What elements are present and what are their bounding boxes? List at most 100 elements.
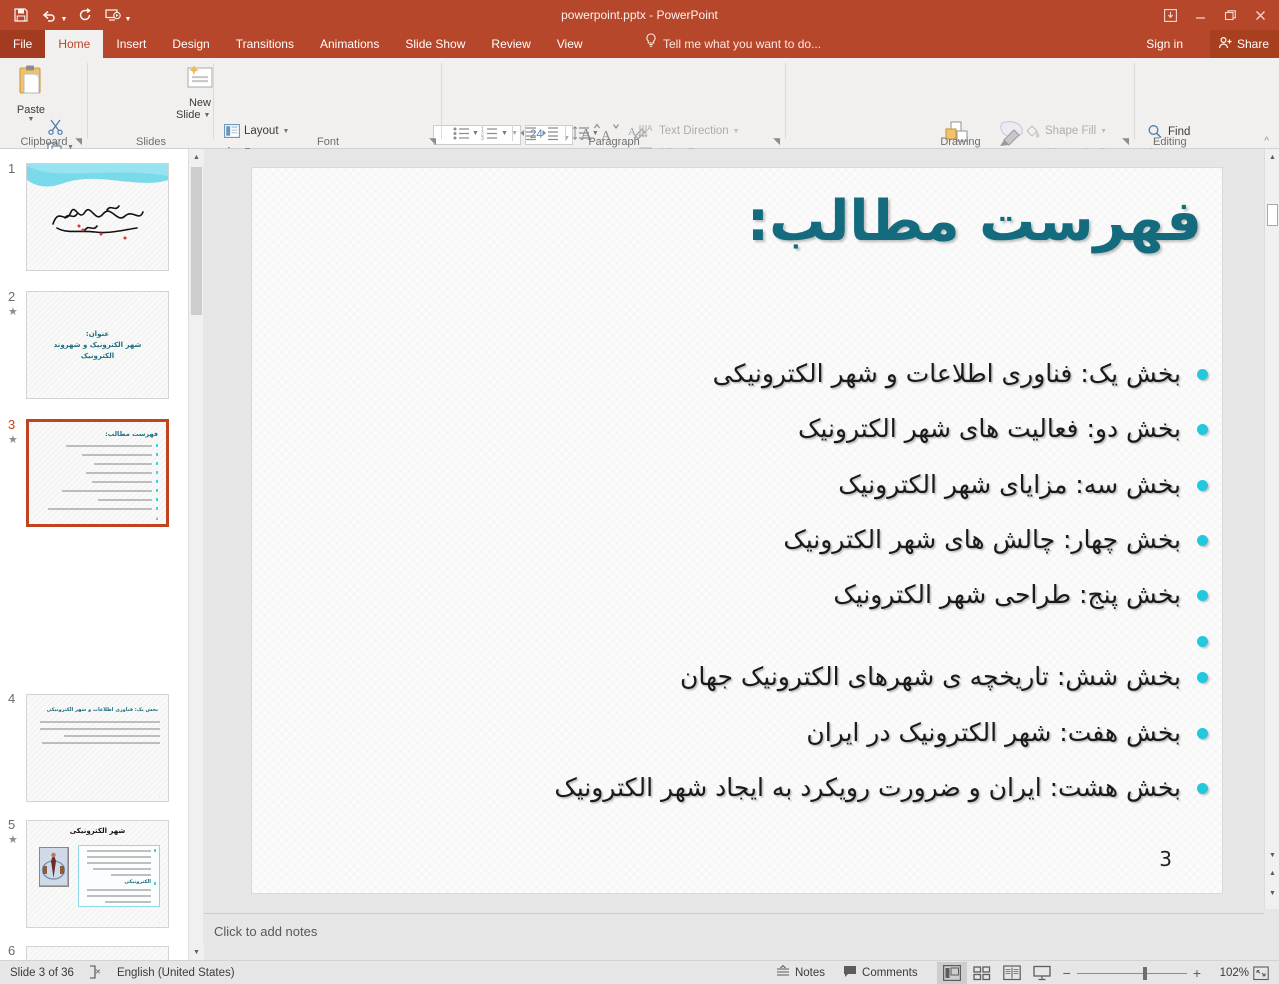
clipboard-dialog-launcher[interactable]: ◥ <box>75 136 82 147</box>
tab-slide-show[interactable]: Slide Show <box>392 30 478 58</box>
bullet-dot-icon <box>1197 369 1208 380</box>
paragraph-dialog-launcher[interactable]: ◥ <box>773 136 780 147</box>
thumb3-title: فهرست مطالب: <box>105 430 158 438</box>
tab-insert[interactable]: Insert <box>103 30 159 58</box>
tab-view[interactable]: View <box>544 30 596 58</box>
thumbnail-number: 4 <box>8 691 15 706</box>
comments-button[interactable]: Comments <box>834 962 927 984</box>
slide-editing-area[interactable]: فهرست مطالب: بخش یک: فناوری اطلاعات و شه… <box>204 149 1264 909</box>
current-slide[interactable]: فهرست مطالب: بخش یک: فناوری اطلاعات و شه… <box>251 167 1223 894</box>
font-dialog-launcher[interactable]: ◥ <box>429 136 436 147</box>
collapse-ribbon-icon[interactable]: ^ <box>1264 136 1269 147</box>
slide-thumbnail-pane[interactable]: 1 <box>0 149 188 960</box>
group-label-drawing: Drawing <box>786 136 1135 148</box>
thumbnail-image[interactable]: عنوان: شهر الکترونیک و شهروند الکترونیک <box>26 291 169 399</box>
scroll-handle[interactable] <box>1267 204 1278 226</box>
zoom-knob[interactable] <box>1143 967 1147 980</box>
reading-view-button[interactable] <box>997 962 1027 984</box>
bullet-dot-icon <box>1197 590 1208 601</box>
ribbon-group-font: ▼ 24 ▼ A A A B I U S abc AV <box>214 58 442 149</box>
tab-review[interactable]: Review <box>478 30 543 58</box>
tab-home[interactable]: Home <box>45 30 103 58</box>
tab-animations[interactable]: Animations <box>307 30 392 58</box>
notes-label: Notes <box>795 967 825 979</box>
bullet-text: بخش هفت: شهر الکترونیک در ایران <box>806 717 1181 748</box>
zoom-percentage[interactable]: 102% <box>1207 967 1249 979</box>
restore-icon[interactable] <box>1215 2 1245 28</box>
list-item[interactable]: بخش یک: فناوری اطلاعات و شهر الکترونیکی <box>278 358 1208 389</box>
title-bar: ▼ ▼ powerpoint.pptx - PowerPoint <box>0 0 1279 30</box>
ribbon: Paste ▼ ▼ Clipboard ◥ <box>0 58 1279 149</box>
new-slide-label-2: Slide <box>176 109 200 121</box>
group-label-slides: Slides <box>88 136 214 148</box>
thumb-scroll-up-icon[interactable]: ▲ <box>189 149 204 165</box>
animation-star-icon: ★ <box>8 305 18 318</box>
next-slide-icon[interactable]: ▼ <box>1265 885 1279 901</box>
list-item[interactable]: بخش چهار: چالش های شهر الکترونیک <box>278 524 1208 555</box>
group-label-editing: Editing <box>1153 136 1187 148</box>
thumb-scroll-handle[interactable] <box>191 167 202 315</box>
bullet-text: بخش پنج: طراحی شهر الکترونیک <box>833 579 1181 610</box>
list-item-empty[interactable] <box>278 634 1208 647</box>
slide-area-scrollbar[interactable]: ▲ ▼ ▲ ▼ <box>1264 149 1279 909</box>
drawing-dialog-launcher[interactable]: ◥ <box>1122 136 1129 147</box>
tell-me-search[interactable]: Tell me what you want to do... <box>645 30 821 58</box>
normal-view-button[interactable] <box>937 962 967 984</box>
list-item[interactable]: بخش دو: فعالیت های شهر الکترونیک <box>278 413 1208 444</box>
list-item[interactable]: بخش پنج: طراحی شهر الکترونیک <box>278 579 1208 610</box>
slide-show-button[interactable] <box>1027 962 1057 984</box>
minimize-icon[interactable] <box>1185 2 1215 28</box>
text-direction-dropdown-icon[interactable]: ▼ <box>733 128 740 135</box>
notes-icon <box>776 965 790 981</box>
list-item[interactable]: بخش هشت: ایران و ضرورت رویکرد به ایجاد ش… <box>278 772 1208 803</box>
zoom-slider[interactable]: − + <box>1063 965 1201 981</box>
thumbnail-image[interactable] <box>26 163 169 271</box>
list-item[interactable]: بخش هفت: شهر الکترونیک در ایران <box>278 717 1208 748</box>
shape-fill-dropdown-icon[interactable]: ▼ <box>1100 128 1107 135</box>
ribbon-display-options-icon[interactable] <box>1155 2 1185 28</box>
tab-design[interactable]: Design <box>159 30 222 58</box>
paste-button[interactable]: Paste ▼ <box>8 64 54 123</box>
language-indicator[interactable]: English (United States) <box>117 967 235 979</box>
thumbnail-pane-scrollbar[interactable]: ▲ ▼ <box>188 149 203 960</box>
previous-slide-icon[interactable]: ▲ <box>1265 865 1279 881</box>
scroll-up-icon[interactable]: ▲ <box>1265 149 1279 165</box>
ribbon-group-drawing: A <box>786 58 1135 149</box>
tell-me-label: Tell me what you want to do... <box>663 30 821 58</box>
thumbnail-image[interactable]: بخش یک: فناوری اطلاعات و شهر الکترونیکی … <box>26 694 169 802</box>
spellcheck-icon[interactable]: ✕ <box>88 965 103 982</box>
list-item[interactable]: بخش سه: مزایای شهر الکترونیک <box>278 469 1208 500</box>
bullet-dot-icon <box>1197 672 1208 683</box>
powerpoint-window: ▼ ▼ powerpoint.pptx - PowerPoint <box>0 0 1279 984</box>
slide-title[interactable]: فهرست مطالب: <box>282 190 1202 254</box>
notes-pane[interactable]: Click to add notes <box>204 913 1264 960</box>
slide-bullet-list[interactable]: بخش یک: فناوری اطلاعات و شهر الکترونیکی … <box>278 358 1208 827</box>
thumbnail-number: 3 <box>8 417 15 432</box>
share-button[interactable]: Share <box>1210 30 1279 58</box>
zoom-out-button[interactable]: − <box>1063 965 1071 981</box>
thumbnail-image[interactable]: شهر الکترونیکی الکترونیکی <box>26 820 169 928</box>
bullet-dot-icon <box>1197 728 1208 739</box>
thumbnail-image[interactable]: . <box>26 946 169 960</box>
zoom-in-button[interactable]: + <box>1193 965 1201 981</box>
thumbnail-number: 2 <box>8 289 15 304</box>
sign-in-button[interactable]: Sign in <box>1146 30 1183 58</box>
close-icon[interactable] <box>1245 2 1275 28</box>
slide-counter[interactable]: Slide 3 of 36 <box>10 967 74 979</box>
bullet-text: بخش دو: فعالیت های شهر الکترونیک <box>798 413 1181 444</box>
ribbon-tabs: File Home Insert Design Transitions Anim… <box>0 30 1279 58</box>
thumb4-title: بخش یک: فناوری اطلاعات و شهر الکترونیکی <box>47 707 158 713</box>
scroll-down-icon[interactable]: ▼ <box>1265 847 1279 863</box>
slide-sorter-view-button[interactable] <box>967 962 997 984</box>
fit-to-window-icon[interactable] <box>1249 962 1273 984</box>
thumb-scroll-down-icon[interactable]: ▼ <box>189 944 204 960</box>
zoom-track[interactable] <box>1077 973 1187 974</box>
tab-transitions[interactable]: Transitions <box>223 30 307 58</box>
new-slide-dropdown-icon[interactable]: ▼ <box>203 112 210 119</box>
thumbnail-image[interactable]: فهرست مطالب: 3 <box>26 419 169 527</box>
bullet-text: بخش چهار: چالش های شهر الکترونیک <box>783 524 1181 555</box>
notes-toggle-button[interactable]: Notes <box>767 962 834 984</box>
tab-file[interactable]: File <box>0 30 45 58</box>
thumb2-line2: شهر الکترونیک و شهروند <box>54 341 142 349</box>
list-item[interactable]: بخش شش: تاریخچه ی شهرهای الکترونیک جهان <box>278 661 1208 692</box>
